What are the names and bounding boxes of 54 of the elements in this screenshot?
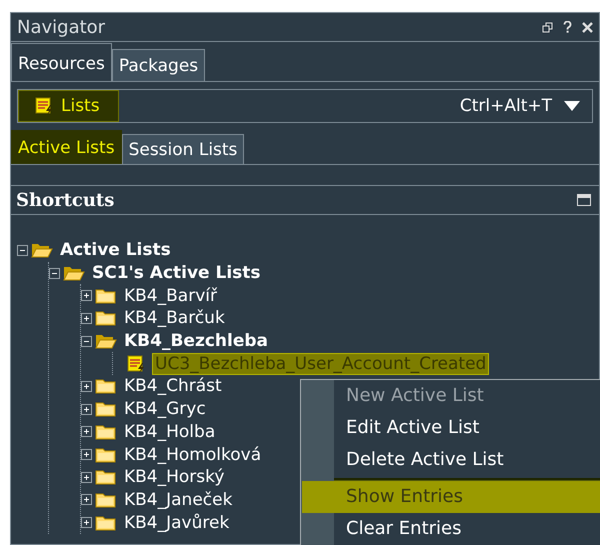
collapse-icon[interactable] (81, 336, 92, 347)
restore-icon[interactable] (542, 22, 553, 32)
folder-icon (95, 468, 117, 486)
tree-item[interactable]: KB4_Horský (122, 467, 226, 488)
tab[interactable]: Packages (112, 49, 206, 81)
section-title: Shortcuts (16, 190, 116, 210)
expand-icon[interactable] (81, 494, 92, 506)
tree-item[interactable]: KB4_Janeček (122, 490, 234, 510)
expand-icon[interactable] (81, 426, 92, 438)
folder-icon (95, 286, 117, 305)
folder-icon (95, 446, 117, 464)
folder-icon (95, 422, 117, 441)
list-icon (35, 97, 55, 115)
tree-item[interactable]: KB4_Javůrek (122, 512, 232, 533)
tree-item[interactable]: SC1's Active Lists (90, 263, 263, 284)
tree-item[interactable]: Active Lists (58, 240, 173, 260)
expand-icon[interactable] (81, 290, 92, 302)
folder-icon (95, 400, 117, 418)
expand-icon[interactable] (81, 404, 92, 415)
open-folder-icon (95, 332, 117, 350)
lists-selector[interactable]: Lists (18, 90, 119, 122)
open-folder-icon (31, 241, 53, 260)
expand-icon[interactable] (81, 472, 92, 483)
expand-icon[interactable] (81, 517, 92, 528)
menu-item[interactable]: Show Entries (302, 481, 600, 513)
list-icon (127, 354, 147, 373)
tree-item[interactable]: KB4_Gryc (122, 399, 208, 420)
tree-item[interactable]: KB4_Bezchleba (122, 331, 270, 352)
collapse-icon[interactable] (17, 244, 28, 256)
folder-icon (95, 514, 117, 532)
tab[interactable]: Resources (11, 43, 112, 81)
expand-icon[interactable] (81, 449, 92, 460)
maximize-icon[interactable] (577, 194, 591, 206)
open-folder-icon (63, 264, 85, 282)
folder-icon (95, 377, 117, 396)
tree-item[interactable]: KB4_Chrást (122, 376, 224, 396)
folder-icon (95, 490, 117, 509)
tab[interactable]: Active Lists (11, 130, 122, 164)
tree-item[interactable]: KB4_Barčuk (122, 308, 227, 328)
tree-item[interactable]: KB4_Holba (122, 422, 218, 442)
tree-item[interactable]: KB4_Barvíř (122, 286, 219, 306)
help-icon[interactable] (563, 21, 572, 33)
tree-item[interactable]: KB4_Homolková (122, 444, 264, 465)
menu-item[interactable]: Clear Entries (301, 513, 600, 545)
expand-icon[interactable] (81, 312, 92, 324)
expand-icon[interactable] (81, 380, 92, 392)
window-title: Navigator (17, 16, 106, 38)
dropdown-arrow-icon[interactable] (564, 101, 580, 111)
tab[interactable]: Session Lists (122, 134, 244, 164)
folder-icon (95, 309, 117, 328)
close-icon[interactable] (582, 22, 593, 32)
collapse-icon[interactable] (49, 268, 60, 279)
shortcut-text: Ctrl+Alt+T (460, 96, 552, 116)
menu-item[interactable]: Edit Active List (301, 412, 600, 444)
